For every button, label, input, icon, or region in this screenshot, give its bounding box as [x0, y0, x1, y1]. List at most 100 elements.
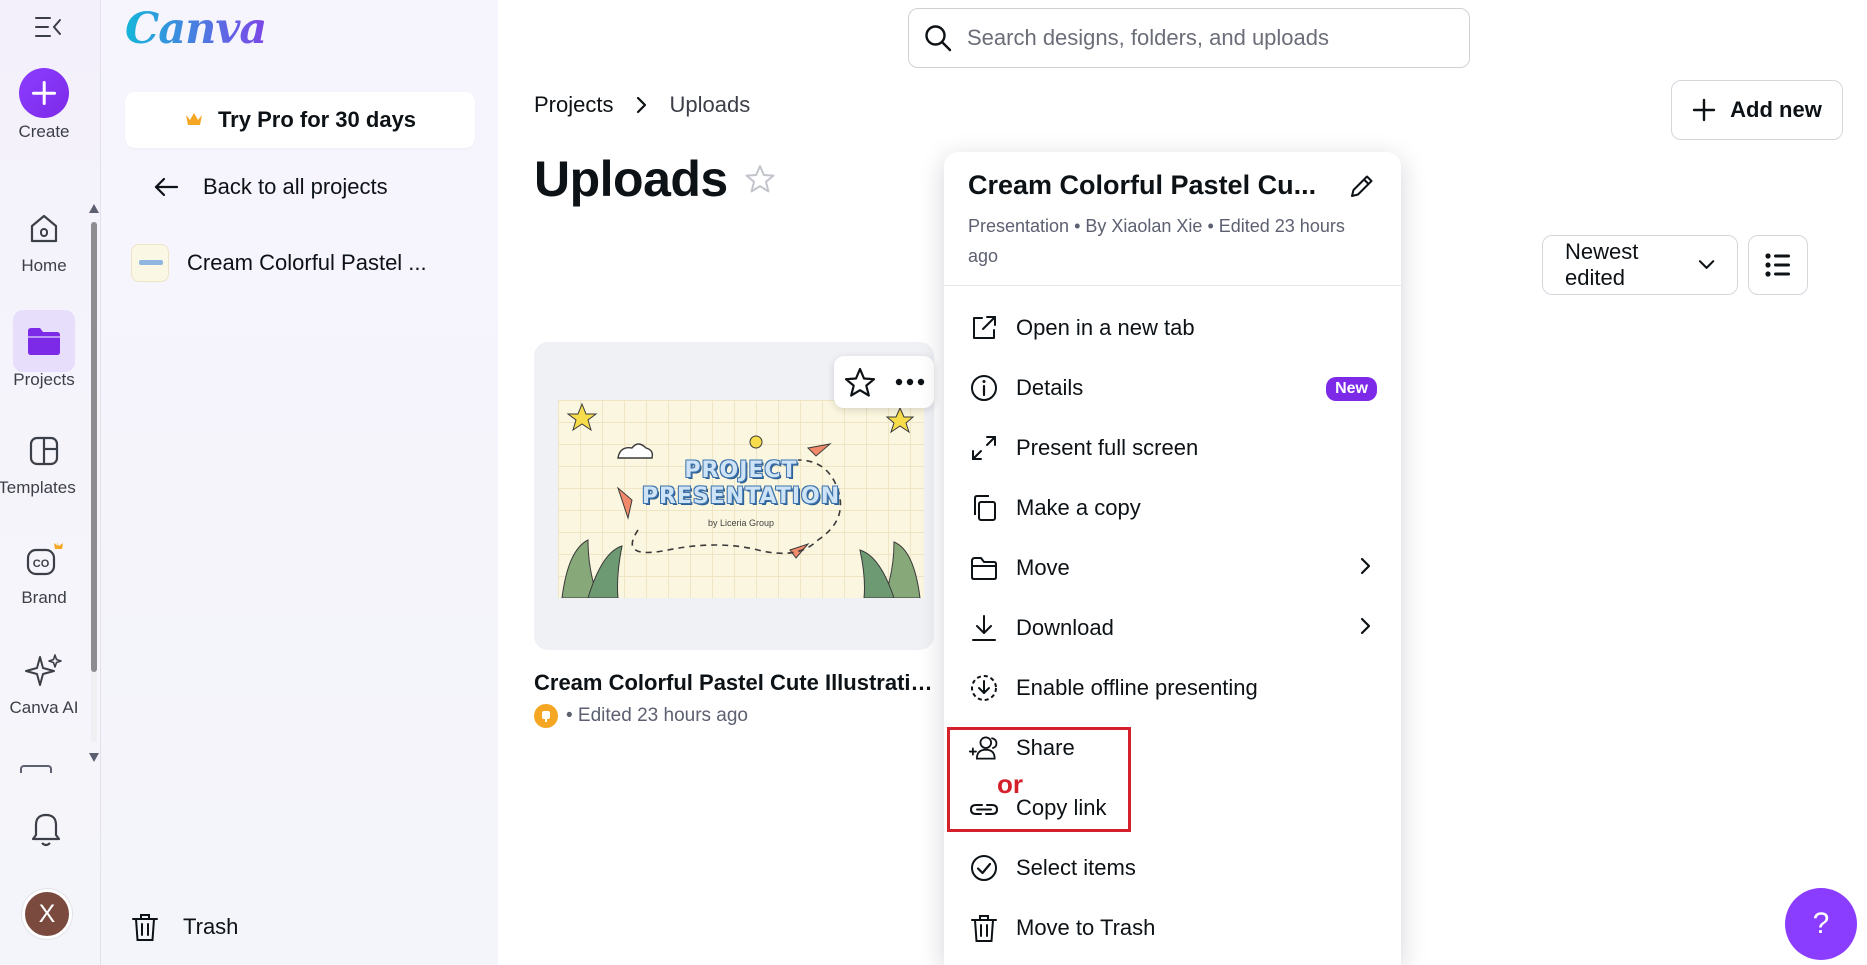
menu-item-label: Details [1016, 375, 1084, 400]
design-thumbnail: PROJECT PRESENTATION by Liceria Group [558, 400, 924, 598]
breadcrumb-projects[interactable]: Projects [534, 92, 613, 118]
info-icon [968, 372, 1000, 404]
add-new-label: Add new [1730, 97, 1822, 122]
add-new-button[interactable]: Add new [1671, 80, 1843, 140]
templates-label: Templates [0, 478, 76, 497]
back-label: Back to all projects [203, 174, 388, 199]
page-title: Uploads [534, 150, 776, 208]
star-icon[interactable] [744, 163, 776, 195]
sidebar-item-label: Cream Colorful Pastel ... [187, 250, 427, 275]
offline-download-icon [968, 672, 1000, 704]
menu-item-select-items[interactable]: Select items [944, 838, 1401, 898]
back-to-projects-link[interactable]: Back to all projects [153, 174, 388, 200]
thumbnail-subtitle: by Liceria Group [707, 518, 775, 528]
plus-icon [1692, 98, 1716, 122]
breadcrumb-uploads: Uploads [669, 92, 751, 117]
menu-item-label: Present full screen [1016, 435, 1199, 460]
brand-icon: CO [13, 530, 75, 592]
try-pro-button[interactable]: Try Pro for 30 days [125, 92, 475, 148]
design-meta-text: • Edited 23 hours ago [566, 705, 749, 726]
left-rail: Create Home Projects Templates CO Brand … [0, 0, 101, 965]
home-icon [13, 198, 75, 260]
home-nav[interactable]: Home [0, 198, 88, 276]
chevron-right-icon [635, 96, 647, 114]
page-title-text: Uploads [534, 151, 728, 207]
collapse-sidebar-icon[interactable] [34, 14, 64, 40]
canva-ai-nav[interactable]: Canva AI [0, 640, 88, 718]
menu-item-label: Select items [1016, 855, 1136, 880]
folder-icon [13, 310, 75, 372]
menu-item-open-new-tab[interactable]: Open in a new tab [944, 298, 1401, 358]
canva-ai-label: Canva AI [9, 698, 79, 717]
brand-label: Brand [21, 588, 67, 607]
more-options-icon[interactable] [894, 377, 926, 387]
menu-item-label: Move [1016, 555, 1070, 580]
menu-item-make-copy[interactable]: Make a copy [944, 478, 1401, 538]
copy-icon [968, 492, 1000, 524]
templates-nav[interactable]: Templates [0, 420, 88, 498]
projects-side-panel: Canva Try Pro for 30 days Back to all pr… [101, 0, 498, 965]
breadcrumb: Projects Uploads [534, 92, 750, 118]
chevron-right-icon [1359, 556, 1371, 582]
chevron-right-icon [1359, 616, 1371, 642]
sparkle-icon [13, 640, 75, 702]
canva-logo[interactable]: Canva [125, 4, 267, 54]
search-icon [925, 25, 952, 52]
menu-item-offline-presenting[interactable]: Enable offline presenting [944, 658, 1401, 718]
arrow-left-icon [154, 177, 179, 197]
download-icon [968, 612, 1000, 644]
sidebar-item-trash[interactable]: Trash [131, 912, 238, 942]
thumbnail-title-line1: PROJECT [684, 458, 798, 483]
rail-scroll-thumb[interactable] [91, 222, 97, 672]
create-nav[interactable]: Create [0, 68, 88, 142]
logo-text: Canva [125, 4, 267, 54]
projects-nav[interactable]: Projects [0, 310, 88, 390]
menu-title: Cream Colorful Pastel Cu... [968, 170, 1317, 200]
folder-icon [968, 552, 1000, 584]
design-meta: • Edited 23 hours ago [534, 704, 748, 728]
thumbnail-title-line2: PRESENTATION [641, 484, 841, 509]
project-thumbnail [131, 244, 169, 282]
search-bar[interactable] [908, 8, 1470, 68]
menu-item-move-to-trash[interactable]: Move to Trash [944, 898, 1401, 958]
menu-list: Open in a new tab Details New Present fu… [944, 286, 1401, 958]
bell-icon[interactable] [28, 808, 64, 853]
apps-icon[interactable] [20, 765, 52, 773]
sort-label: Newest edited [1565, 239, 1639, 290]
menu-item-label: Open in a new tab [1016, 315, 1195, 340]
menu-item-label: Enable offline presenting [1016, 675, 1258, 700]
search-input[interactable] [967, 25, 1447, 51]
or-annotation: or [997, 769, 1023, 799]
menu-item-label: Move to Trash [1016, 915, 1156, 940]
avatar[interactable]: X [22, 889, 72, 939]
check-circle-icon [968, 852, 1000, 884]
menu-item-download[interactable]: Download [944, 598, 1401, 658]
owner-badge-icon [534, 704, 558, 728]
design-name[interactable]: Cream Colorful Pastel Cute Illustratio..… [534, 670, 936, 696]
list-icon [1765, 253, 1790, 277]
templates-icon [13, 420, 75, 482]
menu-item-move[interactable]: Move [944, 538, 1401, 598]
menu-item-label: Download [1016, 615, 1114, 640]
sidebar-item-project[interactable]: Cream Colorful Pastel ... [131, 244, 427, 282]
home-label: Home [21, 256, 67, 275]
brand-nav[interactable]: CO Brand [0, 530, 88, 608]
external-link-icon [968, 312, 1000, 344]
help-button[interactable]: ? [1785, 888, 1857, 960]
sort-dropdown[interactable]: Newest edited [1542, 235, 1738, 295]
projects-label: Projects [13, 370, 75, 389]
menu-item-label: Make a copy [1016, 495, 1141, 520]
plus-icon[interactable] [19, 68, 69, 118]
rail-scrollbar[interactable] [88, 198, 100, 768]
pencil-icon[interactable] [1347, 171, 1377, 201]
trash-label: Trash [183, 914, 239, 939]
new-badge: New [1326, 377, 1377, 401]
card-actions [834, 356, 934, 408]
star-icon[interactable] [843, 366, 877, 398]
create-label: Create [18, 122, 70, 141]
list-view-button[interactable] [1748, 235, 1808, 295]
menu-item-details[interactable]: Details New [944, 358, 1401, 418]
expand-icon [968, 432, 1000, 464]
menu-item-present-full-screen[interactable]: Present full screen [944, 418, 1401, 478]
share-highlight-box [947, 727, 1131, 832]
